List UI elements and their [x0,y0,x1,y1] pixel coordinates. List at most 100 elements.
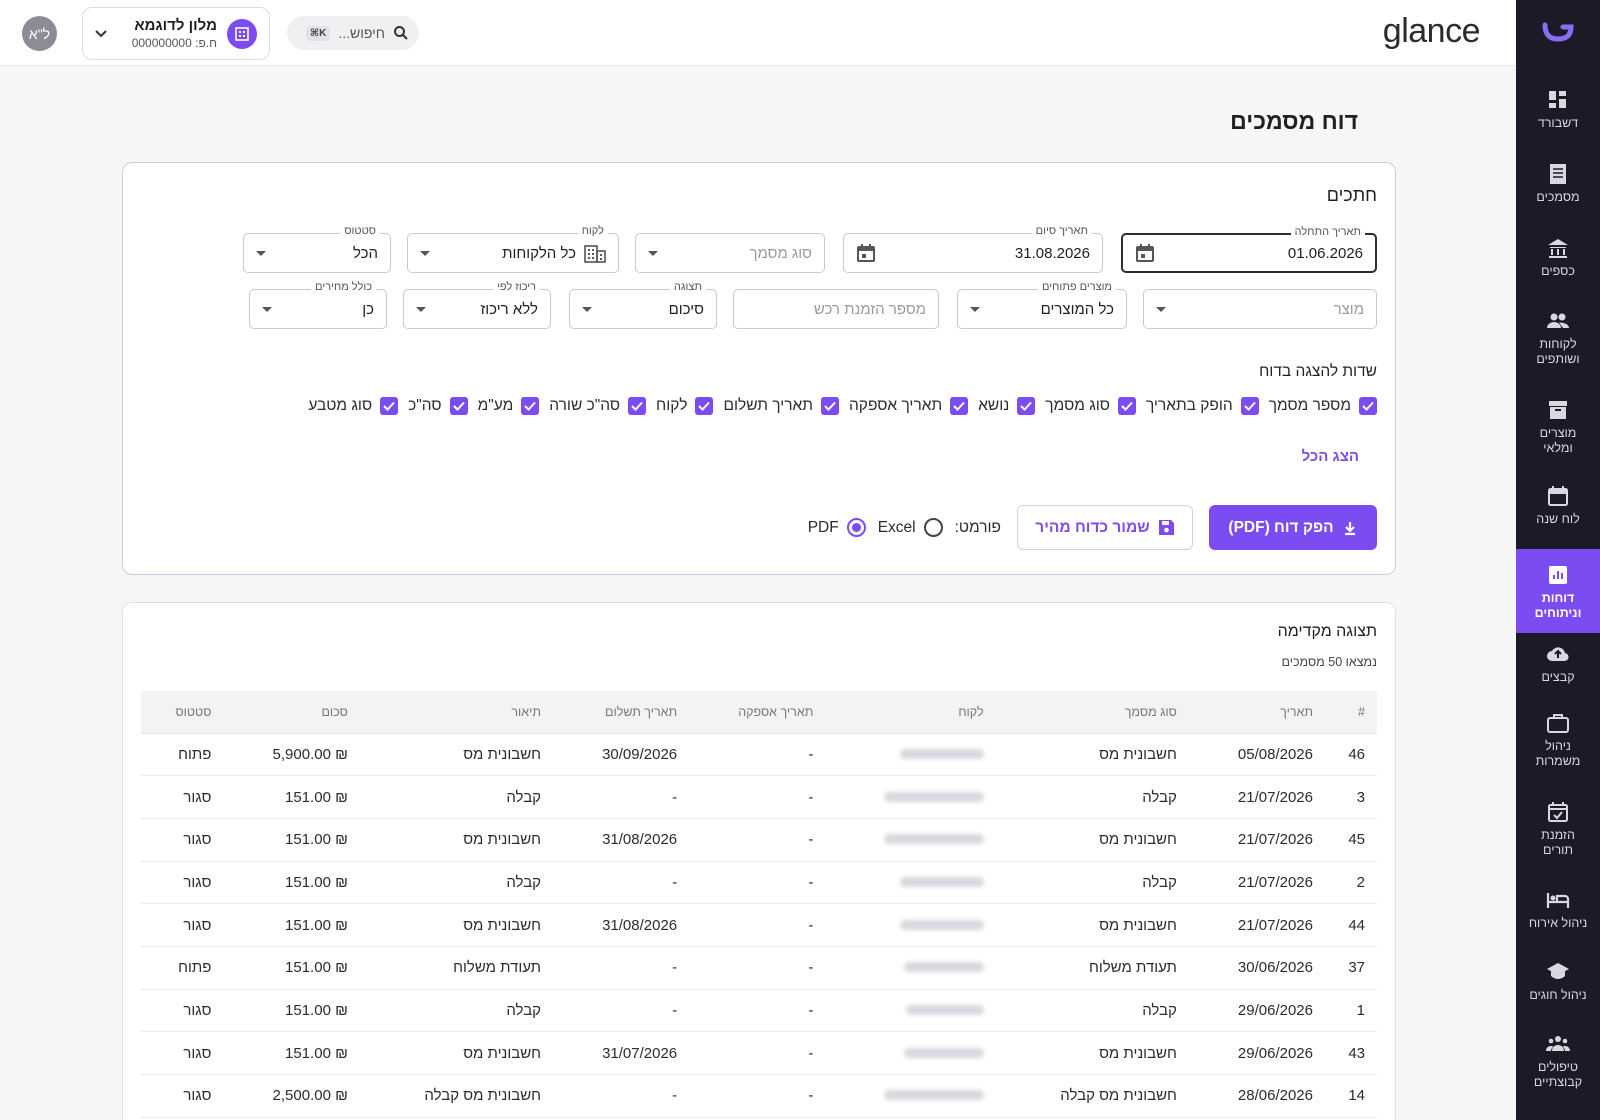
status-label: סטטוס [340,225,380,237]
sidebar-item-7[interactable]: קבצים [1516,638,1600,708]
field-checkbox[interactable]: סה"כ שורה [549,397,647,415]
checkbox-checked-icon[interactable] [695,397,714,415]
calendar-icon[interactable] [1135,243,1155,263]
table-row[interactable]: 3 21/07/2026 קבלה - - קבלה ₪ 151.00 סגור [141,775,1377,819]
user-avatar[interactable]: ל"א [22,16,57,51]
sidebar-item-9[interactable]: הזמנת תורים [1516,796,1600,880]
product-placeholder: מוצר [1333,300,1364,318]
search-box[interactable]: חיפוש... K⌘ [287,16,419,50]
table-row[interactable]: 44 21/07/2026 חשבונית מס -31/08/2026 חשבונית… [141,903,1377,947]
po-number-input[interactable]: מספר הזמנת רכש [733,289,939,329]
column-header[interactable]: תיאור [359,691,554,734]
field-checkbox[interactable]: הופק בתאריך [1146,397,1259,415]
sidebar-item-4[interactable]: מוצרים ומלאי [1516,394,1600,478]
sidebar-item-label: ניהול משמרות [1535,739,1581,768]
radio-off-icon[interactable] [923,518,943,537]
display-select[interactable]: תצוגה סיכום [569,281,717,329]
table-cell: ₪ 151.00 [223,818,360,862]
sidebar-item-11[interactable]: ניהול חוגים [1516,956,1600,1026]
table-row[interactable]: 2 21/07/2026 קבלה - - קבלה ₪ 151.00 סגור [141,861,1377,905]
table-cell: חשבונית מס [995,903,1189,947]
table-cell [825,903,996,947]
column-header[interactable]: לקוח [825,691,996,734]
sidebar-item-2[interactable]: כספים [1516,232,1600,302]
sidebar-item-label: ניהול אירוח [1528,916,1588,930]
radio-on-icon[interactable] [846,518,866,537]
table-cell: 05/08/2026 [1188,733,1325,777]
column-header[interactable]: סכום [223,691,360,734]
field-checkbox[interactable]: סוג מסמך [1045,397,1136,415]
table-cell: - [689,903,826,947]
calendar-icon[interactable] [856,243,876,263]
checkbox-checked-icon[interactable] [380,397,399,415]
checkbox-checked-icon[interactable] [1117,397,1136,415]
sidebar-item-6[interactable]: דוחות וניתוחים [1516,549,1600,633]
checkbox-checked-icon[interactable] [1240,397,1259,415]
sidebar-logo[interactable] [1516,0,1600,64]
column-header[interactable]: תאריך [1188,691,1325,734]
table-row[interactable]: 45 21/07/2026 חשבונית מס -31/08/2026 חשבונית… [141,818,1377,862]
redacted-customer [905,1004,984,1015]
sidebar-item-5[interactable]: לוח שנה [1516,480,1600,546]
sidebar-item-10[interactable]: ניהול אירוח [1516,884,1600,954]
checkbox-checked-icon[interactable] [628,397,647,415]
table-row[interactable]: 43 29/06/2026 חשבונית מס -31/07/2026 חשבונית… [141,1031,1377,1075]
format-excel-radio[interactable]: Excel [878,518,943,537]
field-checkbox[interactable]: תאריך אספקה [849,397,969,415]
format-pdf-radio[interactable]: PDF [808,518,866,537]
table-row[interactable]: 14 28/06/2026 חשבונית מס קבלה - - חשבונית מס … [141,1074,1377,1118]
table-cell: סגור [141,861,224,905]
field-checkbox[interactable]: לקוח [656,397,714,415]
field-checkbox[interactable]: סוג מטבע [308,397,399,415]
bed-icon [1546,888,1570,912]
field-checkbox[interactable]: נושא [978,397,1036,415]
doc-type-select[interactable]: סוג מסמך [635,233,825,273]
sidebar-item-8[interactable]: ניהול משמרות [1516,707,1600,791]
document-icon [1546,162,1570,186]
field-checkbox[interactable]: מע"מ [478,397,540,415]
table-row[interactable]: 1 29/06/2026 קבלה - - קבלה ₪ 151.00 סגור [141,989,1377,1033]
field-checkbox[interactable]: מספר מסמך [1269,397,1377,415]
end-date-field[interactable]: תאריך סיום 31.08.2026 [843,225,1103,273]
redacted-customer [899,748,984,759]
table-header-row: # תאריך סוג מסמך לקוח תאריך אספקה תאריך תשלום… [141,691,1377,734]
show-all-link[interactable]: הצג הכל [1302,448,1359,465]
org-switcher[interactable]: מלון לדוגמא ח.פ: 000000000 [82,7,270,60]
save-quick-report-button[interactable]: שמור כדוח מהיר [1017,505,1193,550]
status-select[interactable]: סטטוס הכל [243,225,391,273]
table-row[interactable]: 46 05/08/2026 חשבונית מס -30/09/2026 חשבונית… [141,733,1377,777]
table-row[interactable]: 37 30/06/2026 תעודת משלוח - - תעודת משלוח ₪ 15… [141,946,1377,990]
produce-report-button[interactable]: הפק דוח (PDF) [1209,505,1377,550]
field-checkbox[interactable]: תאריך תשלום [723,397,839,415]
sidebar-item-12[interactable]: טיפולים קבוצתיים [1516,1028,1600,1112]
customer-select[interactable]: לקוח כל הלקוחות [407,225,619,273]
column-header[interactable]: תאריך תשלום [553,691,690,734]
checkbox-checked-icon[interactable] [521,397,540,415]
field-checkbox[interactable]: סה"כ [408,397,468,415]
sidebar-item-1[interactable]: מסמכים [1516,158,1600,228]
sidebar-item-label: קבצים [1541,670,1575,684]
include-prices-select[interactable]: כולל מחירים כן [249,281,387,329]
checkbox-checked-icon[interactable] [950,397,969,415]
redacted-customer [883,834,984,845]
checkbox-checked-icon[interactable] [449,397,468,415]
table-cell: תעודת משלוח [995,946,1189,990]
open-products-value: כל המוצרים [1040,300,1114,318]
table-cell [825,775,996,819]
checkbox-checked-icon[interactable] [820,397,839,415]
product-select[interactable]: מוצר [1143,289,1377,329]
checkbox-checked-icon[interactable] [1017,397,1036,415]
table-cell: - [553,775,690,819]
column-header[interactable]: סטטוס [141,691,224,734]
brand-logo[interactable]: glance [1383,12,1481,51]
column-header[interactable]: סוג מסמך [995,691,1189,734]
checkbox-checked-icon[interactable] [1359,397,1377,415]
column-header[interactable]: # [1325,691,1377,734]
group-by-select[interactable]: ריכוז לפי ללא ריכוז [403,281,551,329]
sidebar: דשבורד מסמכים כספים לקוחות ושותפים מוצרים ומ… [1516,0,1600,1120]
open-products-select[interactable]: מוצרים פתוחים כל המוצרים [957,281,1127,329]
sidebar-item-3[interactable]: לקוחות ושותפים [1516,305,1600,389]
column-header[interactable]: תאריך אספקה [689,691,826,734]
sidebar-item-0[interactable]: דשבורד [1516,84,1600,154]
start-date-field[interactable]: תאריך התחלה 01.06.2026 [1121,226,1377,273]
